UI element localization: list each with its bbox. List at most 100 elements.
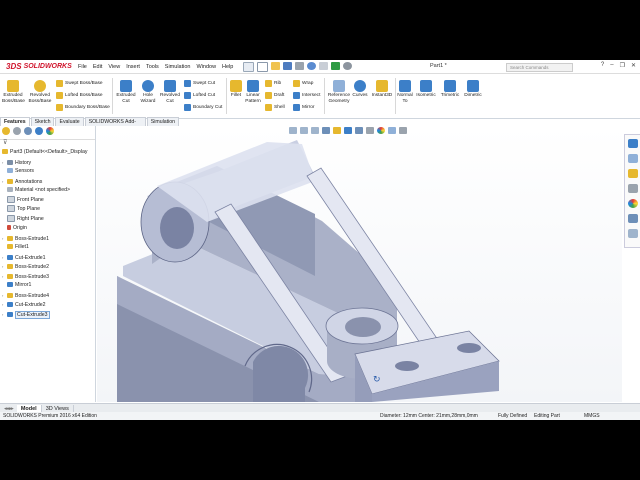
shell-button[interactable]: Shell [265, 104, 285, 111]
hole-wizard-button[interactable]: Hole Wizard [138, 80, 158, 104]
tab-simulation[interactable]: Simulation [146, 117, 179, 126]
boundary-boss-button[interactable]: Boundary Boss/Base [56, 104, 110, 111]
filter-icon[interactable]: ⊽ [3, 139, 7, 146]
tree-item-boss-extrude2[interactable]: › Boss-Extrude2 [0, 262, 95, 272]
rib-icon [265, 80, 272, 87]
file-explorer-icon[interactable] [627, 169, 638, 178]
appearances-icon[interactable] [627, 199, 638, 208]
tree-item-right-plane[interactable]: Right Plane [0, 214, 95, 225]
part-model[interactable]: ↻ [97, 126, 622, 402]
tree-item-mirror1[interactable]: Mirror1 [0, 281, 95, 291]
rebuild-icon[interactable] [331, 61, 341, 70]
select-icon[interactable] [319, 61, 329, 70]
open-icon[interactable] [271, 61, 281, 70]
property-manager-icon[interactable] [13, 127, 21, 135]
menu-simulation[interactable]: Simulation [165, 64, 191, 70]
menu-file[interactable]: File [78, 64, 87, 70]
tree-item-top-plane[interactable]: Top Plane [0, 205, 95, 215]
menu-insert[interactable]: Insert [126, 64, 140, 70]
revolved-cut-icon [164, 80, 176, 92]
lofted-boss-button[interactable]: Lofted Boss/Base [56, 92, 103, 99]
graphics-area[interactable]: ↻ [97, 126, 622, 402]
new-document-icon[interactable] [257, 61, 269, 72]
menu-edit[interactable]: Edit [93, 64, 102, 70]
tree-item-cut-extrude3[interactable]: › Cut-Extrude3 [0, 310, 95, 320]
tab-features[interactable]: Features [0, 117, 30, 126]
menu-window[interactable]: Window [196, 64, 216, 70]
tree-item-cut-extrude1[interactable]: › Cut-Extrude1 [0, 253, 95, 263]
tree-item-material[interactable]: Material <not specified> [0, 186, 95, 196]
status-bar: SOLIDWORKS Premium 2016 x64 Edition Diam… [0, 412, 640, 420]
status-measurement: Diameter: 12mm Center: 21mm,28mm,0mm [380, 413, 478, 419]
part-icon [2, 149, 8, 155]
revolved-boss-button[interactable]: Revolved Boss/Base [28, 80, 52, 104]
tree-root[interactable]: Part3 (Default<<Default>_Display [0, 148, 95, 158]
menu-tools[interactable]: Tools [146, 64, 159, 70]
menu-help[interactable]: Help [222, 64, 233, 70]
restore-icon[interactable]: ❐ [620, 62, 625, 69]
extruded-cut-button[interactable]: Extruded Cut [115, 80, 137, 104]
rib-button[interactable]: Rib [265, 80, 281, 87]
draft-button[interactable]: Draft [265, 92, 284, 99]
trimetric-button[interactable]: Trimetric [439, 80, 461, 99]
swept-cut-button[interactable]: Swept Cut [184, 80, 215, 87]
print-icon[interactable] [295, 61, 305, 70]
instant3d-icon [376, 80, 388, 92]
minimize-icon[interactable]: – [610, 62, 613, 69]
revolved-cut-button[interactable]: Revolved Cut [159, 80, 181, 104]
reference-geometry-button[interactable]: Reference Geometry [326, 80, 352, 104]
tree-item-boss-extrude4[interactable]: › Boss-Extrude4 [0, 291, 95, 301]
intersect-button[interactable]: Intersect [293, 92, 320, 99]
close-icon[interactable]: ✕ [631, 62, 636, 69]
lofted-boss-icon [56, 92, 63, 99]
configuration-manager-icon[interactable] [24, 127, 32, 135]
lofted-cut-button[interactable]: Lofted Cut [184, 92, 215, 99]
tab-evaluate[interactable]: Evaluate [55, 117, 84, 126]
tree-item-boss-extrude1[interactable]: › Boss-Extrude1 [0, 234, 95, 244]
feature-tree: Part3 (Default<<Default>_Display › Histor… [0, 148, 95, 319]
save-icon[interactable] [283, 61, 293, 70]
solidworks-logo: 3DS SOLIDWORKS [6, 62, 72, 71]
tree-item-annotations[interactable]: › Annotations [0, 177, 95, 187]
ribbon-divider [226, 78, 227, 114]
mirror-button[interactable]: Mirror [293, 104, 315, 111]
swept-boss-button[interactable]: Swept Boss/Base [56, 80, 103, 87]
wrap-button[interactable]: Wrap [293, 80, 313, 87]
tab-scroll-arrows-icon[interactable]: ◂◂◂▸▸ [0, 406, 17, 412]
dimxpert-icon[interactable] [35, 127, 43, 135]
tree-item-history[interactable]: › History [0, 158, 95, 168]
forum-icon[interactable] [627, 229, 638, 238]
menu-view[interactable]: View [108, 64, 120, 70]
status-units[interactable]: MMGS [584, 412, 600, 420]
tab-sketch[interactable]: Sketch [30, 117, 55, 126]
tree-item-cut-extrude2[interactable]: › Cut-Extrude2 [0, 300, 95, 310]
normal-to-button[interactable]: Normal To [396, 80, 414, 104]
tree-item-boss-extrude3[interactable]: › Boss-Extrude3 [0, 272, 95, 282]
display-manager-icon[interactable] [46, 127, 54, 135]
view-palette-icon[interactable] [627, 184, 638, 193]
tree-item-sensors[interactable]: Sensors [0, 167, 95, 177]
extruded-boss-button[interactable]: Extruded Boss/Base [2, 80, 25, 104]
trimetric-icon [444, 80, 456, 92]
undo-icon[interactable] [307, 61, 317, 70]
search-commands-input[interactable]: Search Commands [506, 63, 573, 72]
custom-properties-icon[interactable] [627, 214, 638, 223]
curves-button[interactable]: Curves [352, 80, 368, 99]
tree-item-origin[interactable]: Origin [0, 224, 95, 234]
dimetric-button[interactable]: Dimetric [462, 80, 484, 99]
boundary-cut-button[interactable]: Boundary Cut [184, 104, 222, 111]
fillet-button[interactable]: Fillet [229, 80, 243, 99]
tree-item-fillet1[interactable]: Fillet1 [0, 243, 95, 253]
options-gear-icon[interactable] [343, 61, 353, 70]
linear-pattern-button[interactable]: Linear Pattern [244, 80, 262, 104]
tree-item-front-plane[interactable]: Front Plane [0, 195, 95, 206]
help-icon[interactable]: ? [601, 62, 604, 69]
design-library-icon[interactable] [627, 154, 638, 163]
instant3d-button[interactable]: Instant3D [370, 80, 394, 99]
tab-addins[interactable]: SOLIDWORKS Add-Ins [84, 117, 146, 134]
boss-extrude-icon [7, 292, 13, 298]
home-icon[interactable] [243, 61, 255, 72]
feature-tree-icon[interactable] [2, 127, 10, 135]
solidworks-resources-icon[interactable] [627, 139, 638, 148]
isometric-button[interactable]: Isometric [415, 80, 437, 99]
